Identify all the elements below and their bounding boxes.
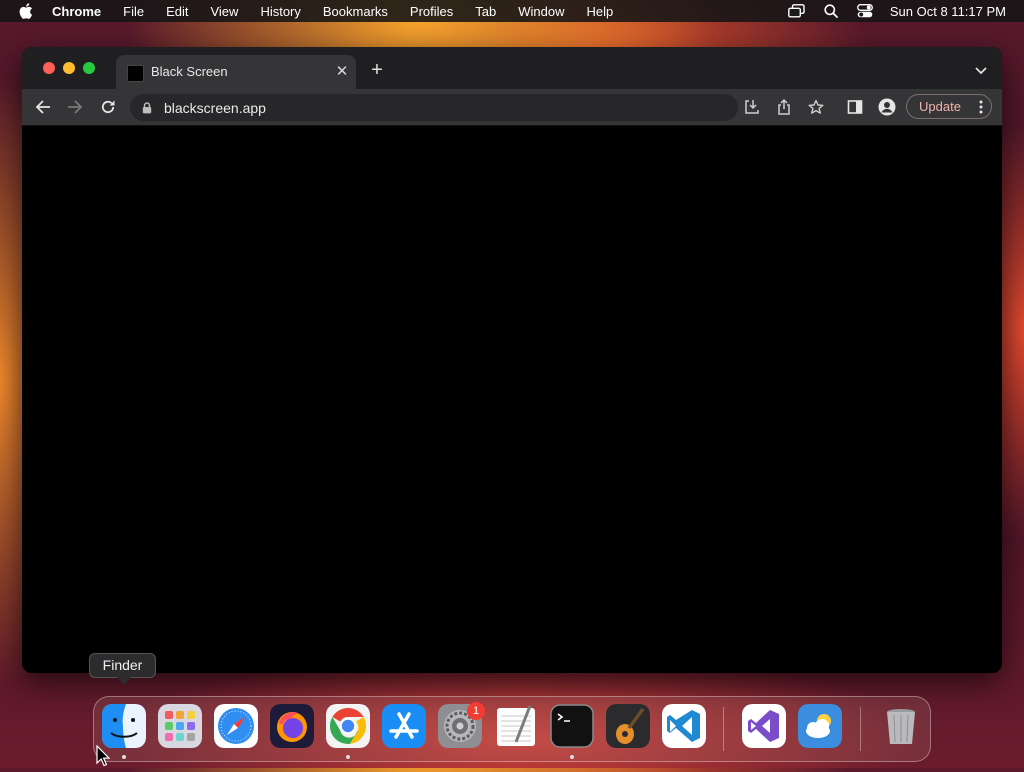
- update-label: Update: [919, 99, 961, 114]
- textedit-icon[interactable]: [494, 704, 538, 748]
- menu-edit[interactable]: Edit: [166, 4, 188, 19]
- running-indicator-chrome: [346, 755, 350, 759]
- menu-bar: Chrome File Edit View History Bookmarks …: [0, 0, 1024, 22]
- dock-separator: [723, 707, 724, 751]
- black-square-icon: [127, 65, 144, 82]
- share-icon[interactable]: [774, 97, 794, 117]
- address-bar[interactable]: blackscreen.app: [130, 94, 738, 121]
- close-window-button[interactable]: [43, 62, 55, 74]
- page-content-black[interactable]: [22, 125, 1002, 673]
- forward-arrow-icon[interactable]: [65, 97, 85, 117]
- safari-icon[interactable]: [214, 704, 258, 748]
- chrome-icon[interactable]: [326, 704, 370, 748]
- address-url: blackscreen.app: [164, 100, 266, 116]
- finder-icon[interactable]: [102, 704, 146, 748]
- dock: [93, 696, 931, 762]
- screen-mirroring-icon[interactable]: [788, 3, 806, 19]
- menu-bar-clock[interactable]: Sun Oct 8 11:17 PM: [890, 4, 1006, 19]
- update-button[interactable]: Update: [906, 94, 992, 119]
- menu-history[interactable]: History: [260, 4, 300, 19]
- bookmark-star-icon[interactable]: [806, 97, 826, 117]
- menu-bar-status-area: Sun Oct 8 11:17 PM: [772, 0, 1006, 22]
- menu-profiles[interactable]: Profiles: [410, 4, 453, 19]
- garageband-icon[interactable]: [606, 704, 650, 748]
- menu-app-name[interactable]: Chrome: [52, 4, 101, 19]
- reload-icon[interactable]: [98, 97, 118, 117]
- chevron-down-icon[interactable]: [974, 63, 988, 75]
- tab-title: Black Screen: [151, 64, 228, 79]
- terminal-icon[interactable]: [550, 704, 594, 748]
- apple-menu-icon[interactable]: [18, 3, 34, 19]
- back-arrow-icon[interactable]: [33, 97, 53, 117]
- trash-icon[interactable]: [879, 704, 923, 748]
- tab-black-screen[interactable]: Black Screen ✕: [116, 55, 356, 89]
- menu-help[interactable]: Help: [587, 4, 614, 19]
- firefox-icon[interactable]: [270, 704, 314, 748]
- browser-toolbar: blackscreen.app Update: [22, 89, 1002, 125]
- lock-icon[interactable]: [142, 101, 152, 114]
- close-tab-icon[interactable]: ✕: [334, 64, 350, 80]
- profile-avatar-icon[interactable]: [877, 97, 897, 117]
- menu-tab[interactable]: Tab: [475, 4, 496, 19]
- more-menu-icon[interactable]: [979, 100, 983, 114]
- chrome-window: Black Screen ✕ + blackscreen.app Update: [22, 47, 1002, 673]
- search-icon[interactable]: [822, 3, 840, 19]
- running-indicator-finder: [122, 755, 126, 759]
- menu-file[interactable]: File: [123, 4, 144, 19]
- weather-icon[interactable]: [798, 704, 842, 748]
- install-app-icon[interactable]: [742, 97, 762, 117]
- fullscreen-window-button[interactable]: [83, 62, 95, 74]
- dock-tooltip: Finder: [89, 653, 156, 678]
- notification-badge: 1: [467, 702, 485, 720]
- new-tab-icon[interactable]: +: [368, 60, 386, 80]
- tab-strip: Black Screen ✕ +: [22, 47, 1002, 89]
- menu-view[interactable]: View: [210, 4, 238, 19]
- launchpad-icon[interactable]: [158, 704, 202, 748]
- minimize-window-button[interactable]: [63, 62, 75, 74]
- dock-separator: [860, 707, 861, 751]
- visual-studio-icon[interactable]: [742, 704, 786, 748]
- menu-window[interactable]: Window: [518, 4, 564, 19]
- control-center-icon[interactable]: [856, 3, 874, 19]
- app-store-icon[interactable]: [382, 704, 426, 748]
- menu-bookmarks[interactable]: Bookmarks: [323, 4, 388, 19]
- side-panel-icon[interactable]: [845, 97, 865, 117]
- tooltip-pointer: [117, 677, 131, 685]
- mouse-cursor-icon: [96, 744, 111, 767]
- running-indicator-terminal: [570, 755, 574, 759]
- vscode-icon[interactable]: [662, 704, 706, 748]
